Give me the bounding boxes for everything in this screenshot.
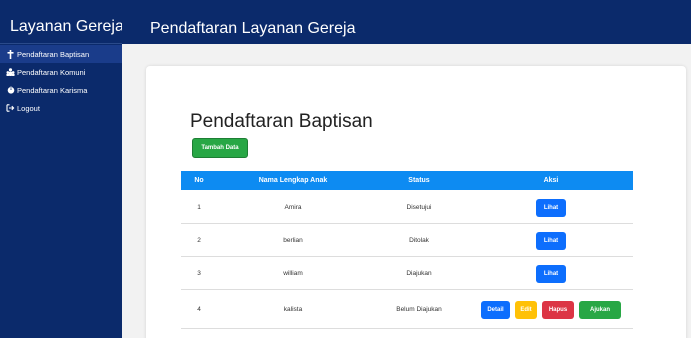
detail-button[interactable]: Detail <box>481 300 510 319</box>
sidebar: Layanan Gereja Pendaftaran Baptisan Pend… <box>0 0 124 338</box>
table-row: 3 william Diajukan Lihat <box>181 257 633 290</box>
sidebar-item-label: Logout <box>17 103 40 113</box>
page-title: Pendaftaran Baptisan <box>190 111 373 132</box>
actions-cell: Lihat <box>469 224 633 257</box>
people-icon <box>6 68 15 77</box>
row-number: 4 <box>197 306 201 313</box>
sidebar-item-logout[interactable]: Logout <box>0 99 122 117</box>
brand-title: Layanan Gereja <box>0 0 124 44</box>
actions-cell: Lihat <box>469 191 633 224</box>
power-icon <box>6 86 15 95</box>
table-row: 4 kalista Belum Diajukan Detail Edit Hap… <box>181 290 633 329</box>
sidebar-item-komuni[interactable]: Pendaftaran Komuni <box>0 63 122 81</box>
sidebar-item-label: Pendaftaran Karisma <box>17 85 88 95</box>
view-button[interactable]: Lihat <box>536 231 566 250</box>
edit-button[interactable]: Edit <box>515 300 537 319</box>
column-header-name: Nama Lengkap Anak <box>258 177 328 184</box>
view-button[interactable]: Lihat <box>536 264 566 283</box>
row-number: 1 <box>197 204 201 211</box>
add-data-button[interactable]: Tambah Data <box>192 138 248 158</box>
column-header-no: No <box>194 177 204 184</box>
status-text: Ditolak <box>409 237 429 244</box>
child-name: william <box>283 270 303 277</box>
child-name: kalista <box>283 306 303 313</box>
column-header-status: Status <box>408 177 430 184</box>
status-text: Belum Diajukan <box>396 306 442 313</box>
page-header-title: Pendaftaran Layanan Gereja <box>150 20 356 37</box>
sidebar-item-label: Pendaftaran Komuni <box>17 67 86 77</box>
logout-icon <box>6 104 15 113</box>
row-number: 2 <box>197 237 201 244</box>
actions-cell: Lihat <box>469 257 633 290</box>
view-button[interactable]: Lihat <box>536 198 566 217</box>
cross-icon <box>6 49 15 59</box>
actions-cell: Detail Edit Hapus Ajukan <box>469 290 633 329</box>
submit-button[interactable]: Ajukan <box>579 300 621 319</box>
sidebar-item-karisma[interactable]: Pendaftaran Karisma <box>0 81 122 99</box>
table-header: No Nama Lengkap Anak Status Aksi <box>181 171 633 190</box>
child-name: berlian <box>283 237 303 244</box>
status-text: Disetujui <box>406 204 432 211</box>
sidebar-item-baptisan[interactable]: Pendaftaran Baptisan <box>0 45 122 63</box>
top-navbar: Pendaftaran Layanan Gereja <box>122 0 691 44</box>
child-name: Amira <box>284 204 302 211</box>
row-number: 3 <box>197 270 201 277</box>
sidebar-item-label: Pendaftaran Baptisan <box>17 49 90 59</box>
table-row: 2 berlian Ditolak Lihat <box>181 224 633 257</box>
delete-button[interactable]: Hapus <box>542 300 574 319</box>
table-row: 1 Amira Disetujui Lihat <box>181 191 633 224</box>
status-text: Diajukan <box>406 270 432 277</box>
column-header-actions: Aksi <box>543 177 559 184</box>
